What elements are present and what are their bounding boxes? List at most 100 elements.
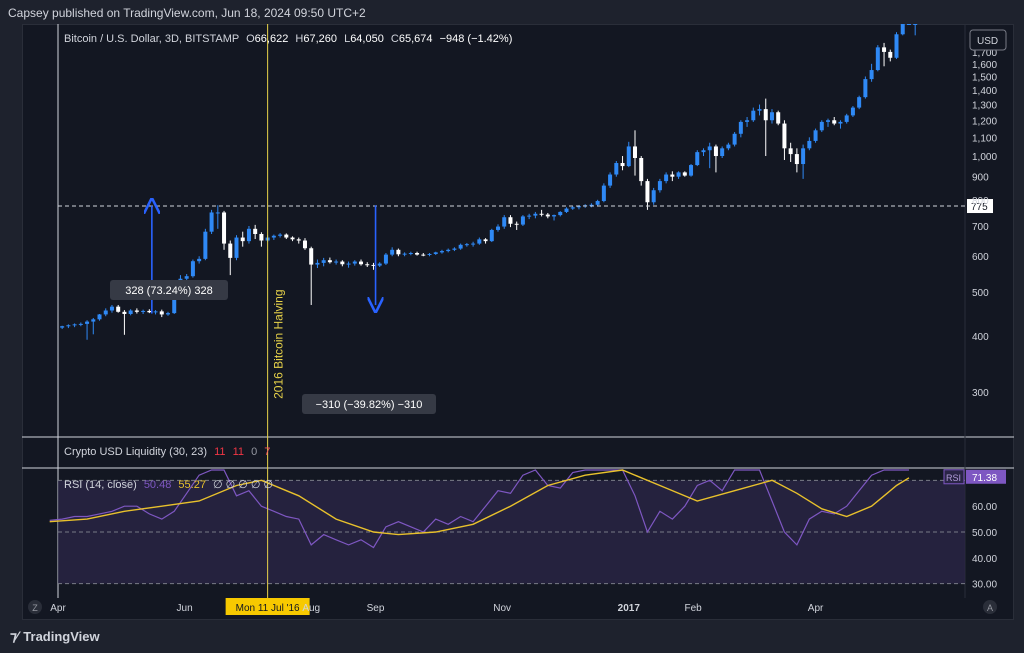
- tradingview-logo-icon: ⁊⁄: [10, 628, 18, 644]
- brand-name: TradingView: [23, 629, 100, 644]
- time-tick-label: Nov: [493, 603, 511, 614]
- candle-body: [396, 249, 401, 255]
- liquidity-value-3: 0: [251, 446, 258, 458]
- candle-body: [408, 252, 413, 254]
- candle-body: [446, 249, 451, 252]
- candle-body: [103, 310, 108, 315]
- candle-body: [620, 163, 625, 167]
- price-tick-label: 1,500: [972, 72, 997, 83]
- candle-body: [664, 174, 669, 182]
- candle-body: [209, 212, 214, 232]
- candle-body: [738, 121, 743, 134]
- candle-body: [794, 154, 799, 165]
- candle-body: [452, 248, 457, 250]
- price-tick-label: 500: [972, 288, 989, 299]
- rsi-empty-values: ∅ ∅ ∅ ∅ ∅: [213, 479, 274, 491]
- candle-body: [228, 243, 233, 258]
- candle-body: [253, 228, 258, 235]
- candle-body: [769, 112, 774, 121]
- rsi-title: RSI (14, close): [64, 479, 137, 491]
- candle-body: [875, 47, 880, 71]
- candle-body: [813, 130, 818, 141]
- candle-body: [346, 263, 351, 265]
- candle-body: [166, 313, 171, 315]
- a-button-label: A: [987, 603, 993, 613]
- halving-label: 2016 Bitcoin Halving: [272, 289, 286, 398]
- candle-body: [819, 121, 824, 131]
- candle-body: [128, 310, 133, 314]
- price-tick-label: 1,200: [972, 116, 997, 127]
- candle-body: [109, 306, 114, 311]
- candle-body: [558, 211, 563, 216]
- symbol-title: Bitcoin / U.S. Dollar, 3D, BITSTAMP: [64, 33, 240, 45]
- candle-body: [894, 34, 899, 58]
- candle-body: [689, 165, 694, 176]
- candle-body: [377, 263, 382, 266]
- candle-body: [632, 146, 637, 158]
- candle-body: [402, 253, 407, 255]
- candle-body: [483, 239, 488, 242]
- rsi-ma-value: 55.27: [178, 479, 206, 491]
- candle-body: [857, 97, 862, 108]
- candle-body: [614, 163, 619, 175]
- candle-body: [676, 172, 681, 177]
- rsi-legend: RSI (14, close) 50.48 55.27 ∅ ∅ ∅ ∅ ∅: [64, 478, 273, 491]
- candle-body: [134, 310, 139, 312]
- candle-body: [776, 112, 781, 124]
- low-value: 64,050: [350, 33, 384, 45]
- high-value: 67,260: [303, 33, 337, 45]
- open-value: 66,622: [254, 33, 289, 45]
- candle-body: [78, 323, 83, 325]
- rsi-tick-label: 30.00: [972, 580, 997, 591]
- candle-body: [838, 121, 843, 124]
- change-value: −948 (−1.42%): [439, 33, 513, 45]
- price-tick-label: 400: [972, 332, 989, 343]
- candle-body: [72, 324, 77, 326]
- candle-body: [888, 51, 893, 58]
- candle-body: [832, 120, 837, 124]
- liquidity-value-1: 11: [214, 446, 226, 458]
- time-tick-label: Jun: [177, 603, 193, 614]
- rsi-tick-label: 50.00: [972, 528, 997, 539]
- candle-body: [477, 239, 482, 244]
- candle-body: [85, 321, 90, 324]
- time-tick-label: Apr: [808, 603, 824, 614]
- open-label: O: [246, 33, 255, 45]
- candle-body: [116, 306, 121, 312]
- candle-body: [458, 244, 463, 249]
- candle-body: [197, 258, 202, 262]
- candle-body: [751, 110, 756, 121]
- candle-body: [271, 235, 276, 238]
- candle-body: [645, 181, 650, 203]
- candle-body: [533, 213, 538, 216]
- candle-body: [539, 213, 544, 215]
- candle-body: [788, 148, 793, 155]
- main-legend: Bitcoin / U.S. Dollar, 3D, BITSTAMP O66,…: [64, 33, 512, 45]
- candle-body: [732, 133, 737, 145]
- candle-body: [682, 172, 687, 176]
- candle-body: [296, 239, 301, 241]
- candle-body: [471, 243, 476, 245]
- drop-label-text: −310 (−39.82%) −310: [316, 399, 423, 411]
- candle-body: [527, 215, 532, 217]
- candle-body: [259, 234, 264, 241]
- candle-body: [278, 234, 283, 236]
- candle-body: [365, 264, 370, 266]
- candle-body: [863, 79, 868, 98]
- candle-body: [502, 217, 507, 227]
- candle-body: [359, 261, 364, 265]
- chart-canvas[interactable]: 7752016 Bitcoin HalvingMon 11 Jul '16328…: [0, 0, 1024, 653]
- close-label: C: [390, 33, 399, 45]
- candle-body: [190, 261, 195, 277]
- candle-body: [801, 148, 806, 165]
- candle-body: [520, 216, 525, 225]
- liquidity-legend: Crypto USD Liquidity (30, 23) 11 11 0 7: [64, 446, 270, 458]
- price-tick-label: 300: [972, 388, 989, 399]
- currency-label: USD: [977, 36, 998, 47]
- price-tick-label: 1,600: [972, 60, 997, 71]
- candle-body: [141, 310, 146, 312]
- tradingview-snapshot: Capsey published on TradingView.com, Jun…: [0, 0, 1024, 653]
- candle-body: [595, 201, 600, 205]
- candle-body: [713, 146, 718, 157]
- candle-body: [147, 310, 152, 313]
